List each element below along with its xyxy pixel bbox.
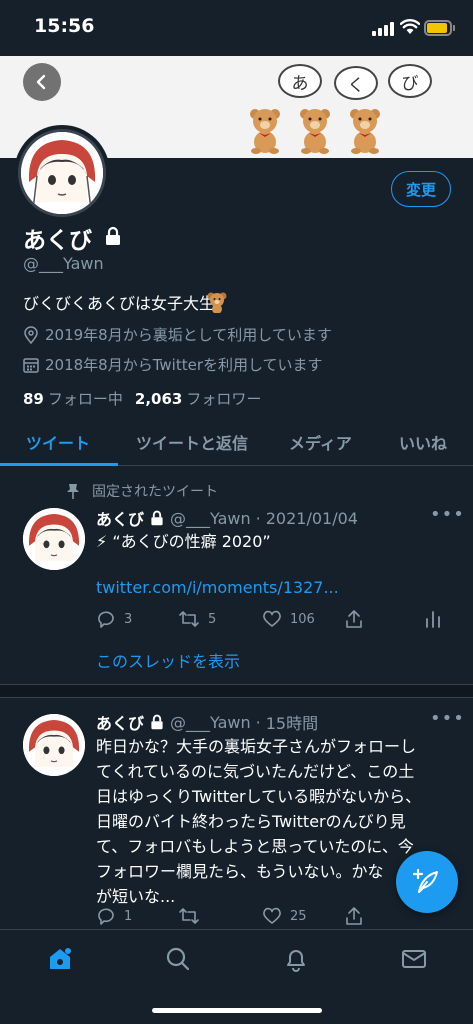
- like-count: 106: [290, 611, 315, 627]
- reply-icon: [98, 611, 114, 628]
- teddy-bear-illustration: [300, 109, 330, 154]
- search-icon[interactable]: [165, 946, 191, 972]
- profile-avatar[interactable]: [14, 125, 110, 221]
- display-name: あくび: [23, 228, 92, 254]
- compose-icon: [412, 868, 438, 893]
- home-icon[interactable]: [47, 946, 73, 972]
- back-button[interactable]: [23, 63, 61, 101]
- show-thread-link[interactable]: このスレッドを表示: [96, 648, 240, 672]
- retweet-icon: [179, 611, 199, 627]
- wifi-icon: [400, 19, 420, 34]
- reply-icon: [98, 908, 114, 925]
- tweet-header: あくび @___Yawn · 2021/01/04: [96, 506, 358, 530]
- pin-icon: [67, 484, 79, 499]
- lock-icon: [151, 510, 163, 526]
- tweet-handle: @___Yawn: [170, 508, 251, 528]
- compose-tweet-button[interactable]: [396, 851, 458, 913]
- tweet-text-line: てくれているのに気づいたんだけど、この土: [96, 762, 415, 781]
- mail-icon[interactable]: [401, 946, 427, 972]
- bell-icon[interactable]: [283, 946, 309, 972]
- tweet-separator-band: [0, 684, 473, 698]
- avatar-illustration: [23, 508, 85, 570]
- back-arrow-icon: [36, 74, 46, 90]
- tab-tweets[interactable]: ツイート: [26, 430, 90, 454]
- retweet-button[interactable]: [178, 906, 208, 926]
- retweet-icon: [179, 908, 199, 924]
- lock-icon: [106, 226, 120, 245]
- speech-bubble: く: [334, 66, 378, 100]
- tweet-text-line: 昨日かな？大手の裏垢女子さんがフォローし: [96, 737, 417, 756]
- tweet-author-name[interactable]: あくび: [96, 710, 144, 734]
- reply-button[interactable]: 3: [96, 609, 132, 629]
- edit-profile-button[interactable]: 変更: [391, 171, 451, 207]
- profile-bio: びくびくあくびは女子大生: [23, 294, 216, 313]
- tweet-text: ⚡ “あくびの性癖 2020”: [96, 532, 271, 551]
- tweet-link[interactable]: twitter.com/i/moments/1327...: [96, 578, 339, 597]
- reply-count: 3: [124, 611, 133, 627]
- followers-count[interactable]: 2,063: [135, 390, 182, 408]
- tab-media[interactable]: メディア: [289, 430, 352, 454]
- tweet-handle: @___Yawn: [170, 712, 251, 732]
- tweet-separator: ·: [255, 712, 261, 732]
- tweet-avatar[interactable]: [23, 508, 85, 570]
- like-icon: [263, 907, 281, 924]
- following-label[interactable]: フォロー中: [48, 388, 123, 409]
- active-tab-indicator: [0, 463, 118, 466]
- reply-count: 1: [124, 908, 133, 924]
- share-icon[interactable]: [344, 609, 364, 629]
- share-icon[interactable]: [344, 906, 364, 926]
- home-indicator: [152, 1008, 322, 1013]
- lock-icon: [151, 714, 163, 730]
- tweet-more-icon[interactable]: •••: [430, 708, 465, 729]
- tweet-separator: ·: [255, 508, 261, 528]
- profile-tabs: ツイート ツイートと返信 メディア いいね: [0, 418, 473, 466]
- pinned-text: 固定されたツイート: [92, 484, 218, 500]
- retweet-button[interactable]: 5: [178, 609, 216, 629]
- teddy-bear-illustration: [350, 109, 380, 154]
- status-bar: 15:56: [0, 0, 473, 56]
- location-text: 2019年8月から裏垢として利用しています: [45, 326, 332, 344]
- like-icon: [263, 610, 281, 627]
- tweet-date[interactable]: 2021/01/04: [266, 509, 358, 528]
- teddy-bear-emoji-icon: [207, 292, 227, 313]
- followers-label[interactable]: フォロワー: [186, 388, 261, 409]
- teddy-bear-illustration: [250, 109, 280, 154]
- tweet-more-icon[interactable]: •••: [430, 504, 465, 525]
- tweet-avatar[interactable]: [23, 714, 85, 776]
- signal-icon: [372, 22, 394, 36]
- location-icon: [24, 325, 38, 344]
- like-button[interactable]: 25: [262, 906, 307, 926]
- retweet-count: 5: [208, 611, 217, 627]
- following-count[interactable]: 89: [23, 390, 44, 408]
- profile-handle: @___Yawn: [23, 254, 104, 273]
- pinned-tweet-label: 固定されたツイート: [66, 481, 218, 501]
- battery-icon: [424, 20, 452, 36]
- analytics-icon[interactable]: [424, 609, 442, 629]
- calendar-icon: [23, 357, 39, 373]
- profile-joined: 2018年8月からTwitterを利用しています: [23, 354, 323, 375]
- status-time: 15:56: [34, 15, 95, 37]
- tweet-text-line: 日曜のバイト終わったらTwitterのんびり見: [96, 812, 406, 831]
- tweet-date[interactable]: 15時間: [266, 710, 318, 734]
- tweet-text-line: 日はゆっくりTwitterしている暇がないから、: [96, 787, 422, 806]
- speech-bubble: あ: [278, 64, 322, 98]
- profile-location: 2019年8月から裏垢として利用しています: [23, 324, 332, 345]
- tweet-author-name[interactable]: あくび: [96, 506, 144, 530]
- like-count: 25: [290, 908, 307, 924]
- follow-stats: 89 フォロー中 2,063 フォロワー: [23, 388, 261, 409]
- speech-bubble: び: [388, 64, 432, 98]
- tweet-header: あくび @___Yawn · 15時間: [96, 710, 318, 734]
- joined-text: 2018年8月からTwitterを利用しています: [45, 356, 323, 374]
- reply-button[interactable]: 1: [96, 906, 132, 926]
- tab-likes[interactable]: いいね: [399, 430, 447, 454]
- like-button[interactable]: 106: [262, 609, 315, 629]
- tab-tweets-and-replies[interactable]: ツイートと返信: [136, 430, 248, 454]
- avatar-illustration: [21, 132, 103, 214]
- avatar-illustration: [23, 714, 85, 776]
